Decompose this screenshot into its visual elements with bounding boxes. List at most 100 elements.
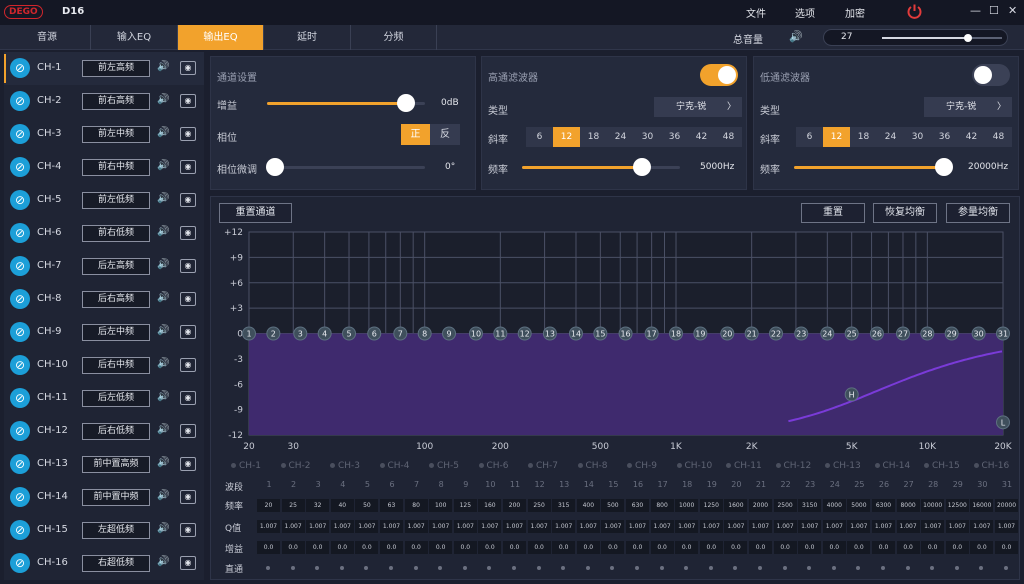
freq-cell[interactable]: 3150 [798,499,822,512]
channel-link-check[interactable]: CH-4 [379,461,410,471]
lowpass-type-select[interactable]: 宁克-锐〉 [924,97,1012,117]
channel-link-check[interactable]: CH-12 [775,461,811,471]
channel-row[interactable]: ⊘ CH-2 前右高频 🔊 ◉ [4,85,204,118]
channel-name-field[interactable]: 前右低频 [82,225,150,242]
phase-fine-slider[interactable] [266,158,425,176]
channel-link-check[interactable]: CH-16 [973,461,1009,471]
channel-name-field[interactable]: 后右低频 [82,423,150,440]
gain-cell[interactable]: 0.0 [970,541,994,554]
freq-cell[interactable]: 32 [306,499,330,512]
gain-cell[interactable]: 0.0 [995,541,1018,554]
bypass-toggle[interactable] [954,566,959,570]
gain-cell[interactable]: 0.0 [552,541,576,554]
channel-link-check[interactable]: CH-7 [528,461,558,471]
speaker-icon[interactable]: 🔊 [157,160,169,171]
bypass-toggle[interactable] [856,566,861,570]
freq-cell[interactable]: 200 [503,499,526,512]
eye-icon[interactable]: ◉ [180,226,196,240]
channel-row[interactable]: ⊘ CH-14 前中置中频 🔊 ◉ [4,481,204,514]
lowpass-slope-option[interactable]: 24 [877,127,904,147]
eye-icon[interactable]: ◉ [180,424,196,438]
reset-channel-button[interactable]: 重置通道 [219,203,292,223]
freq-cell[interactable]: 125 [453,499,477,512]
gain-cell[interactable]: 0.0 [749,541,772,554]
channel-name-field[interactable]: 后左低频 [82,390,150,407]
speaker-icon[interactable]: 🔊 [157,490,169,501]
link-icon[interactable]: ⊘ [10,91,30,111]
lowpass-slope-option[interactable]: 30 [904,127,931,147]
link-icon[interactable]: ⊘ [10,355,30,375]
link-icon[interactable]: ⊘ [10,124,30,144]
link-icon[interactable]: ⊘ [10,553,30,573]
eye-icon[interactable]: ◉ [180,292,196,306]
channel-row[interactable]: ⊘ CH-10 后右中频 🔊 ◉ [4,349,204,382]
bypass-toggle[interactable] [389,566,393,570]
master-volume-knob[interactable] [964,34,973,42]
gain-cell[interactable]: 0.0 [921,541,945,554]
close-button[interactable]: ✕ [1008,4,1017,17]
bypass-toggle[interactable] [438,566,443,570]
lowpass-freq-knob[interactable] [935,158,953,176]
gain-cell[interactable]: 0.0 [798,541,822,554]
bypass-toggle[interactable] [462,566,467,570]
eye-icon[interactable]: ◉ [180,259,196,273]
channel-row[interactable]: ⊘ CH-11 后左低频 🔊 ◉ [4,382,204,415]
highpass-type-select[interactable]: 宁克-锐〉 [654,97,742,117]
speaker-icon[interactable]: 🔊 [157,358,169,369]
freq-cell[interactable]: 630 [626,499,649,512]
bypass-toggle[interactable] [684,566,689,570]
gain-knob[interactable] [397,94,416,112]
freq-cell[interactable]: 20000 [995,499,1018,512]
q-cell[interactable]: 1.007 [921,520,945,533]
bypass-toggle[interactable] [487,566,492,570]
freq-cell[interactable]: 80 [404,499,428,512]
link-icon[interactable]: ⊘ [10,322,30,342]
bypass-toggle[interactable] [536,566,541,570]
gain-cell[interactable]: 0.0 [822,541,846,554]
gain-cell[interactable]: 0.0 [257,541,280,554]
bypass-toggle[interactable] [364,566,369,570]
gain-cell[interactable]: 0.0 [626,541,649,554]
channel-row[interactable]: ⊘ CH-13 前中置高频 🔊 ◉ [4,448,204,481]
gain-cell[interactable]: 0.0 [872,541,895,554]
channel-link-check[interactable]: CH-15 [924,461,960,471]
q-cell[interactable]: 1.007 [626,520,649,533]
link-icon[interactable]: ⊘ [10,157,30,177]
q-cell[interactable]: 1.007 [995,520,1018,533]
bypass-toggle[interactable] [266,566,270,570]
highpass-freq-slider[interactable] [522,158,680,176]
freq-cell[interactable]: 6300 [872,499,895,512]
freq-cell[interactable]: 1600 [724,499,748,512]
freq-cell[interactable]: 40 [330,499,354,512]
lowpass-slope-option[interactable]: 12 [823,127,850,147]
q-cell[interactable]: 1.007 [822,520,846,533]
q-cell[interactable]: 1.007 [872,520,895,533]
eye-icon[interactable]: ◉ [180,61,196,75]
channel-link-check[interactable]: CH-8 [577,461,608,471]
gain-cell[interactable]: 0.0 [601,541,625,554]
lowpass-slope-option[interactable]: 6 [796,127,823,147]
bypass-toggle[interactable] [930,566,935,570]
channel-name-field[interactable]: 前右中频 [82,159,150,176]
q-cell[interactable]: 1.007 [650,520,674,533]
menu-file[interactable]: 文件 [746,5,766,20]
bypass-toggle[interactable] [290,566,295,570]
menu-encrypt[interactable]: 加密 [845,5,865,20]
channel-name-field[interactable]: 前右高频 [82,93,150,110]
speaker-icon[interactable]: 🔊 [157,391,169,402]
speaker-icon[interactable]: 🔊 [157,226,169,237]
bypass-toggle[interactable] [807,566,812,570]
channel-name-field[interactable]: 右超低频 [82,555,150,572]
restore-eq-button[interactable]: 恢复均衡 [873,203,937,223]
freq-cell[interactable]: 250 [527,499,551,512]
speaker-icon[interactable]: 🔊 [157,457,169,468]
link-icon[interactable]: ⊘ [10,223,30,243]
lowpass-slope-option[interactable]: 42 [958,127,985,147]
link-icon[interactable]: ⊘ [10,289,30,309]
eye-icon[interactable]: ◉ [180,325,196,339]
gain-cell[interactable]: 0.0 [699,541,723,554]
link-icon[interactable]: ⊘ [10,421,30,441]
eye-icon[interactable]: ◉ [180,358,196,372]
link-icon[interactable]: ⊘ [10,388,30,408]
lowpass-slope-option[interactable]: 18 [850,127,877,147]
